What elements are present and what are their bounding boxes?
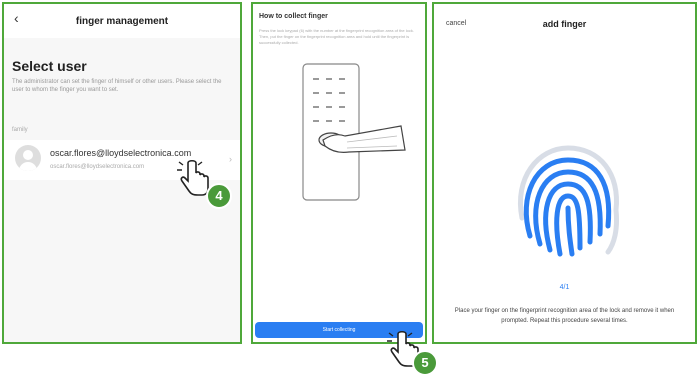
user-name: oscar.flores@lloydselectronica.com [50, 148, 192, 158]
user-email: oscar.flores@lloydselectronica.com [50, 164, 145, 170]
step-badge-4: 4 [206, 183, 232, 209]
chevron-right-icon: › [229, 154, 232, 164]
lock-illustration-icon [302, 63, 406, 201]
guide-description: Press the lock keypad (6) with the numbe… [259, 28, 414, 45]
fingerprint-icon [518, 145, 620, 257]
guide-title: How to collect finger [259, 13, 328, 20]
add-finger-screen: add finger cancel 4/1 Place your finger … [432, 2, 697, 344]
select-user-heading: Select user [12, 58, 87, 74]
section-label: family [12, 127, 28, 133]
chevron-left-icon[interactable]: ‹ [14, 10, 19, 26]
instruction-text: Place your finger on the fingerprint rec… [454, 308, 675, 324]
finger-management-screen: ‹ finger management Select user The admi… [2, 2, 242, 344]
progress-counter: 4/1 [559, 284, 570, 291]
header: ‹ finger management [4, 4, 240, 38]
page-title: finger management [75, 15, 169, 27]
page-title: add finger [542, 19, 587, 29]
collect-finger-guide-screen: How to collect finger Press the lock key… [251, 2, 427, 344]
cancel-button[interactable]: cancel [446, 20, 466, 27]
description-text: The administrator can set the finger of … [12, 79, 222, 93]
avatar [15, 145, 41, 171]
step-badge-5: 5 [412, 350, 438, 376]
